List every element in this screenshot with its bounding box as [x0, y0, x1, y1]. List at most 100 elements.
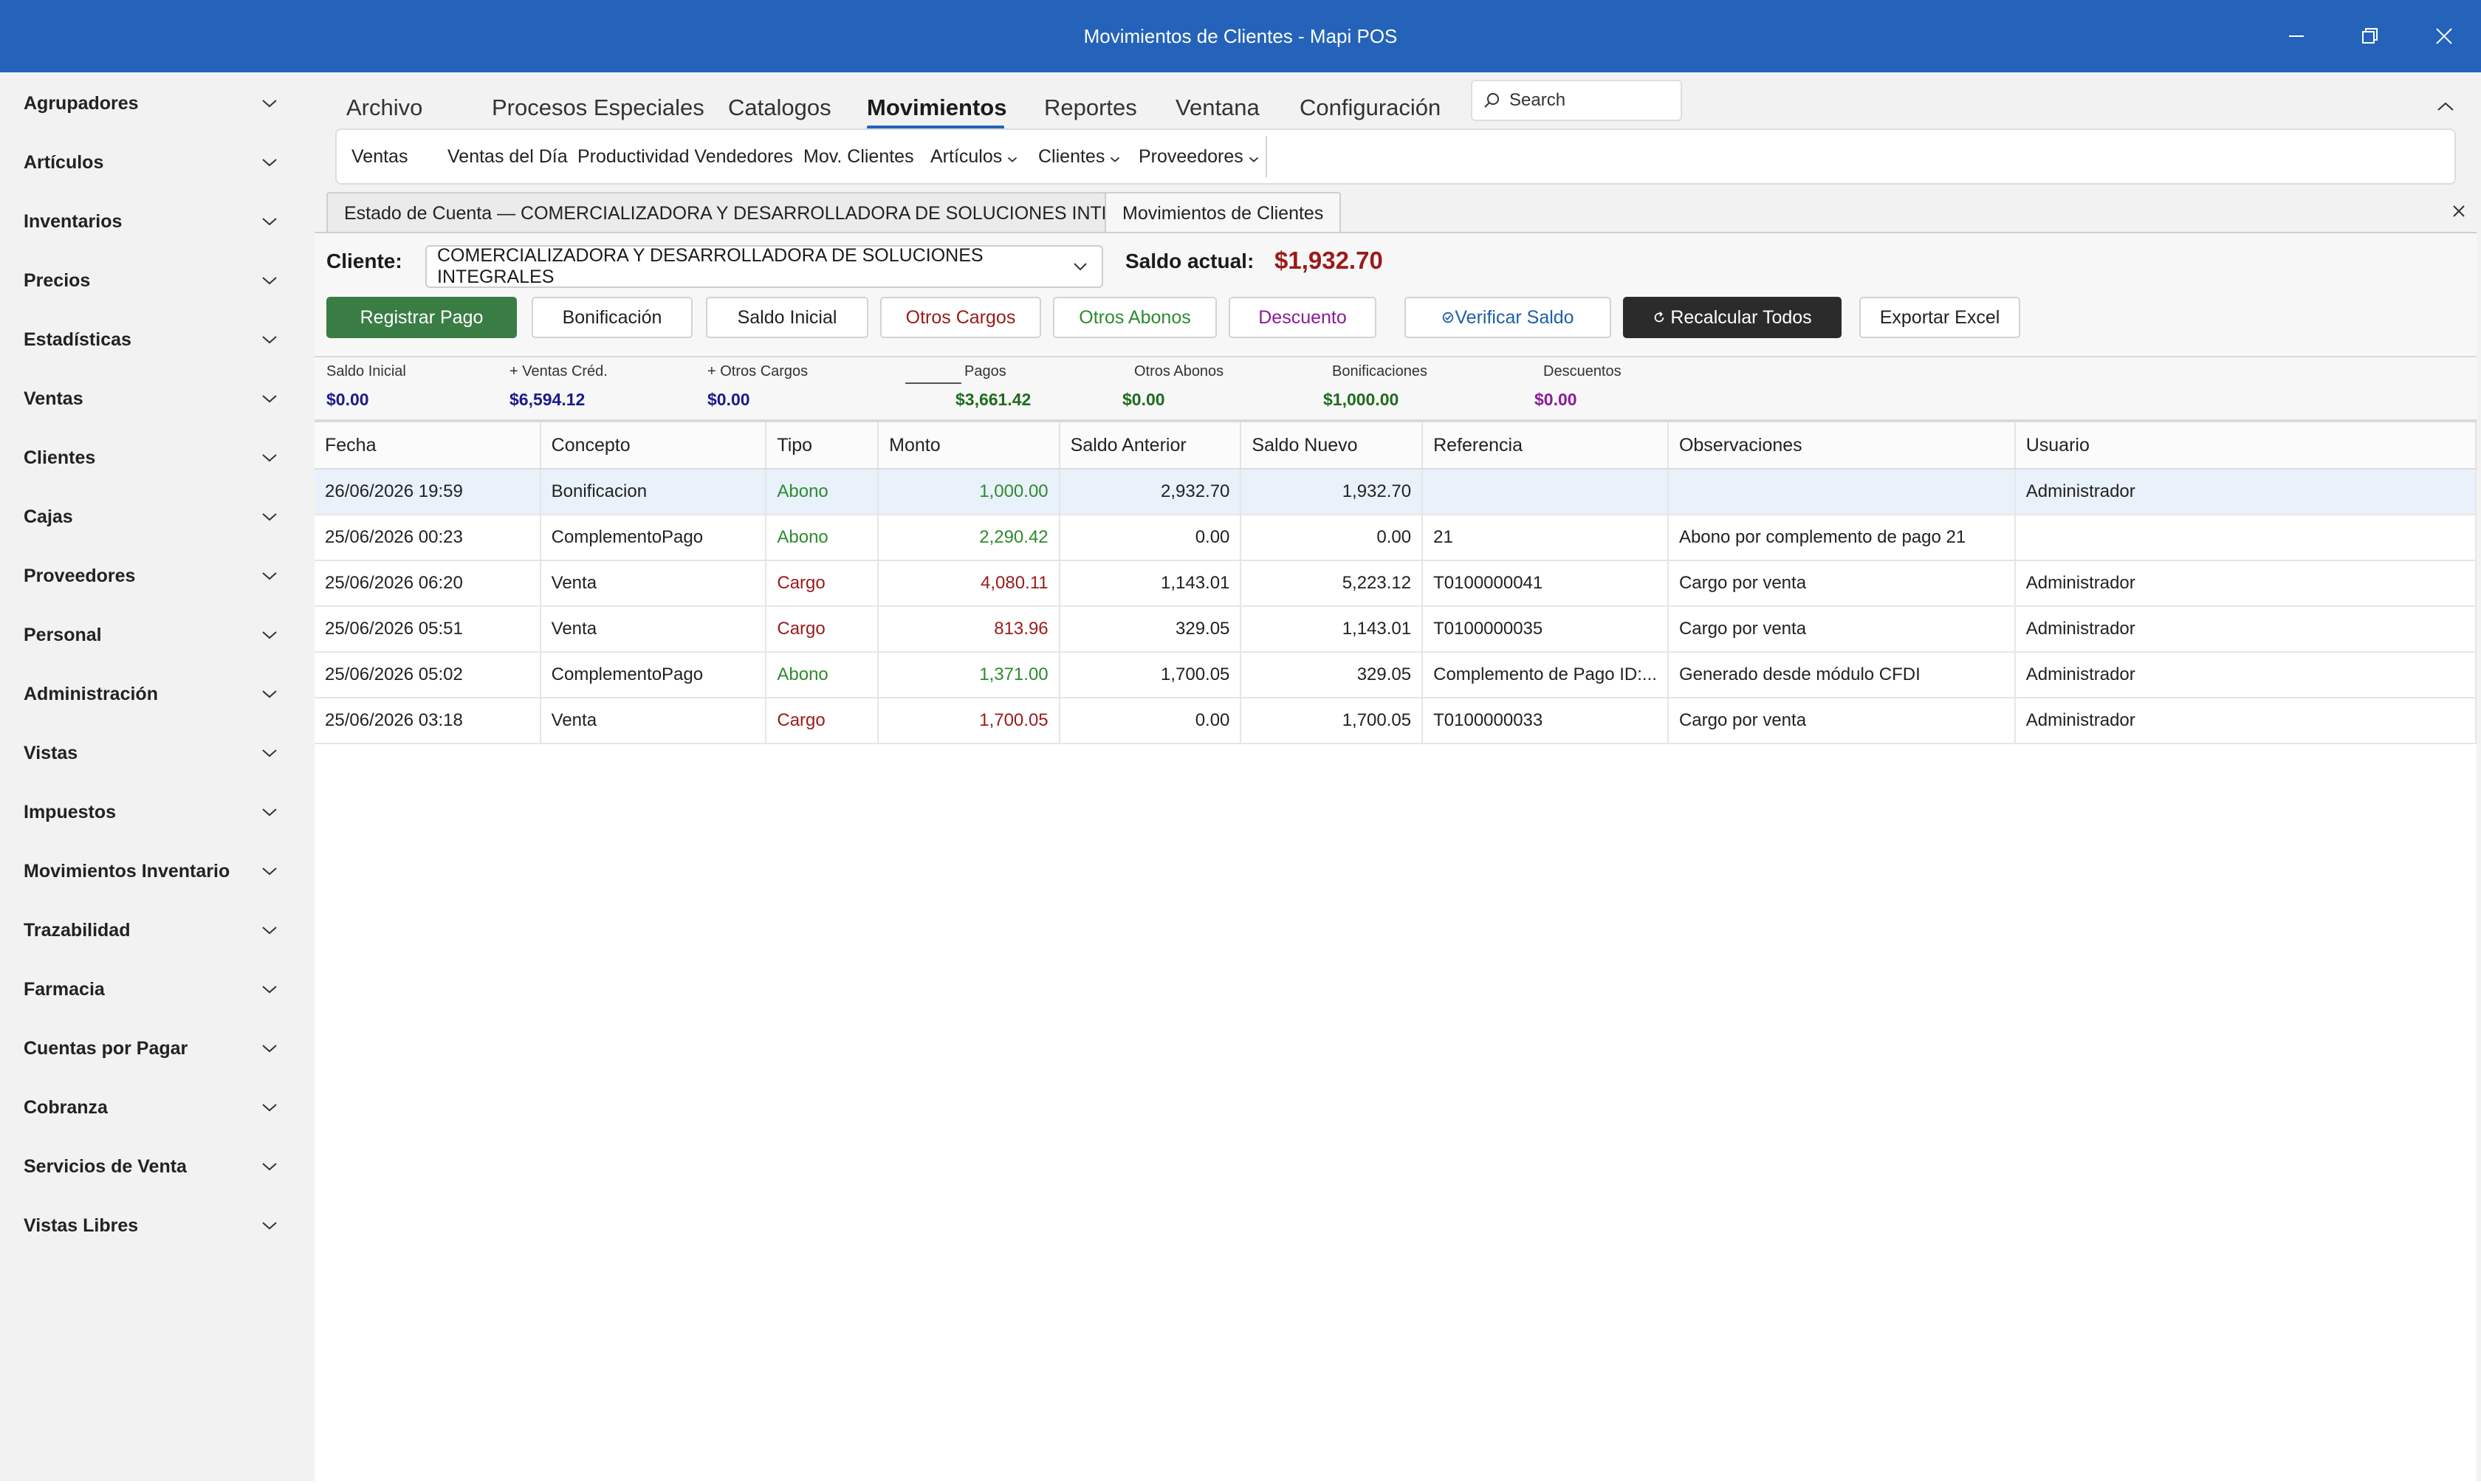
recalcular-todos-button[interactable]: Recalcular Todos: [1623, 297, 1842, 338]
sidebar-item-personal[interactable]: Personal: [0, 605, 313, 664]
menu-movimientos[interactable]: Movimientos: [867, 86, 1006, 130]
ribbon-item-ventas[interactable]: Ventas: [351, 130, 408, 183]
cell-saldo-anterior: 0.00: [1059, 515, 1242, 561]
chevron-down-icon: [262, 395, 277, 403]
ribbon-item-label: Ventas del Día: [447, 146, 568, 167]
chevron-down-icon: [262, 159, 277, 167]
ribbon-item-ventas-del-dia[interactable]: Ventas del Día: [447, 130, 568, 183]
column-header-monto[interactable]: Monto: [878, 422, 1060, 470]
movimientos-table: Fecha Concepto Tipo Monto Saldo Anterior Sald…: [315, 422, 2477, 744]
sidebar-item-inventarios[interactable]: Inventarios: [0, 192, 313, 251]
column-header-usuario[interactable]: Usuario: [2014, 422, 2477, 470]
cell-usuario: [2014, 515, 2477, 561]
menu-procesos-especiales[interactable]: Procesos Especiales: [492, 86, 704, 130]
column-header-tipo[interactable]: Tipo: [766, 422, 879, 470]
refresh-icon: [1655, 312, 1664, 323]
ventas-cred-summary-value: $6,594.12: [509, 390, 586, 409]
saldo-inicial-summary-value: $0.00: [326, 390, 369, 409]
saldo-inicial-summary-label: Saldo Inicial: [326, 363, 406, 379]
registrar-pago-button[interactable]: Registrar Pago: [326, 297, 517, 338]
table-row[interactable]: 25/06/2026 05:51 Venta Cargo 813.96 329.05 1,…: [315, 606, 2477, 653]
ribbon-item-clientes[interactable]: Clientes: [1038, 130, 1121, 183]
column-header-observaciones[interactable]: Observaciones: [1667, 422, 2016, 470]
sidebar-item-vistas-libres[interactable]: Vistas Libres: [0, 1196, 313, 1255]
sidebar-item-administracion[interactable]: Administración: [0, 664, 313, 724]
sidebar-item-farmacia[interactable]: Farmacia: [0, 960, 313, 1019]
sidebar-item-trazabilidad[interactable]: Trazabilidad: [0, 901, 313, 960]
ribbon-separator: [1266, 136, 1267, 177]
cell-tipo: Cargo: [766, 560, 879, 607]
cell-observaciones: Generado desde módulo CFDI: [1667, 652, 2016, 698]
ribbon-item-productividad-vendedores[interactable]: Productividad Vendedores: [577, 130, 793, 183]
otros-abonos-button[interactable]: Otros Abonos: [1053, 297, 1217, 338]
table-row[interactable]: 25/06/2026 03:18 Venta Cargo 1,700.05 0.00 1,…: [315, 698, 2477, 744]
sidebar-item-agrupadores[interactable]: Agrupadores: [0, 74, 313, 133]
sidebar-item-label: Estadísticas: [24, 329, 131, 350]
sidebar-item-label: Administración: [24, 683, 158, 704]
menu-reportes[interactable]: Reportes: [1044, 86, 1137, 130]
sidebar-item-estadisticas[interactable]: Estadísticas: [0, 310, 313, 369]
menu-configuracion[interactable]: Configuración: [1300, 86, 1441, 130]
restore-button[interactable]: [2333, 0, 2407, 72]
cliente-select[interactable]: COMERCIALIZADORA Y DESARROLLADORA DE SOL…: [425, 245, 1103, 288]
sidebar-item-cajas[interactable]: Cajas: [0, 487, 313, 546]
sidebar-item-precios[interactable]: Precios: [0, 251, 313, 310]
otros-cargos-button[interactable]: Otros Cargos: [880, 297, 1041, 338]
close-tab-button[interactable]: [2444, 196, 2474, 226]
otros-abonos-summary-label: Otros Abonos: [1134, 363, 1224, 379]
table-row[interactable]: 26/06/2026 19:59 Bonificacion Abono 1,000.0…: [315, 469, 2477, 515]
chevron-down-icon: [262, 277, 277, 285]
descuento-button[interactable]: Descuento: [1229, 297, 1376, 338]
column-header-referencia[interactable]: Referencia: [1422, 422, 1669, 470]
tab-movimientos-de-clientes[interactable]: Movimientos de Clientes: [1105, 192, 1342, 232]
table-row[interactable]: 25/06/2026 06:20 Venta Cargo 4,080.11 1,143.…: [315, 560, 2477, 607]
chevron-down-icon: [262, 1104, 277, 1112]
exportar-excel-button[interactable]: Exportar Excel: [1859, 297, 2020, 338]
chevron-up-icon: [2437, 102, 2454, 111]
movimientos-grid: Fecha Concepto Tipo Monto Saldo Anterior Sald…: [315, 421, 2477, 1484]
minimize-button[interactable]: [2259, 0, 2333, 72]
menu-archivo[interactable]: Archivo: [346, 86, 422, 130]
sidebar-item-ventas[interactable]: Ventas: [0, 369, 313, 428]
menu-catalogos[interactable]: Catalogos: [728, 86, 831, 130]
table-row[interactable]: 25/06/2026 00:23 ComplementoPago Abono 2,29…: [315, 515, 2477, 561]
table-row[interactable]: 25/06/2026 05:02 ComplementoPago Abono 1,37…: [315, 652, 2477, 698]
ribbon-item-mov-clientes[interactable]: Mov. Clientes: [803, 130, 914, 183]
tab-estado-de-cuenta[interactable]: Estado de Cuenta — COMERCIALIZADORA Y DE…: [326, 192, 1207, 232]
ribbon-item-label: Clientes: [1038, 146, 1105, 167]
cell-fecha: 25/06/2026 03:18: [315, 698, 541, 744]
sidebar-item-cobranza[interactable]: Cobranza: [0, 1078, 313, 1137]
sidebar-item-label: Vistas Libres: [24, 1215, 139, 1236]
sidebar-item-proveedores[interactable]: Proveedores: [0, 546, 313, 605]
sidebar-item-servicios-de-venta[interactable]: Servicios de Venta: [0, 1137, 313, 1196]
menu-ventana[interactable]: Ventana: [1176, 86, 1260, 130]
sidebar-item-articulos[interactable]: Artículos: [0, 133, 313, 192]
collapse-ribbon-button[interactable]: [2425, 86, 2466, 127]
verificar-saldo-button[interactable]: Verificar Saldo: [1404, 297, 1611, 338]
search-box[interactable]: Search: [1471, 80, 1682, 121]
sidebar-item-impuestos[interactable]: Impuestos: [0, 783, 313, 842]
cell-monto: 4,080.11: [878, 560, 1060, 607]
saldo-inicial-button[interactable]: Saldo Inicial: [706, 297, 868, 338]
sidebar-item-movimientos-inventario[interactable]: Movimientos Inventario: [0, 842, 313, 901]
sidebar-item-cuentas-por-pagar[interactable]: Cuentas por Pagar: [0, 1019, 313, 1078]
sidebar-item-clientes[interactable]: Clientes: [0, 428, 313, 487]
bonificacion-button[interactable]: Bonificación: [532, 297, 693, 338]
cell-fecha: 26/06/2026 19:59: [315, 469, 541, 515]
column-header-saldo-anterior[interactable]: Saldo Anterior: [1059, 422, 1242, 470]
column-header-concepto[interactable]: Concepto: [540, 422, 767, 470]
column-header-saldo-nuevo[interactable]: Saldo Nuevo: [1240, 422, 1424, 470]
sidebar-item-label: Inventarios: [24, 210, 123, 232]
sidebar-item-label: Trazabilidad: [24, 919, 131, 941]
ribbon-item-articulos[interactable]: Artículos: [930, 130, 1018, 183]
sidebar-item-label: Personal: [24, 624, 102, 645]
sidebar-item-vistas[interactable]: Vistas: [0, 724, 313, 783]
summary-bar: Saldo Inicial $0.00 + Ventas Créd. $6,59…: [315, 356, 2477, 421]
ribbon-item-label: Mov. Clientes: [803, 146, 914, 167]
sidebar-item-label: Precios: [24, 269, 91, 291]
ribbon-item-proveedores[interactable]: Proveedores: [1139, 130, 1260, 183]
close-button[interactable]: [2407, 0, 2481, 72]
column-header-fecha[interactable]: Fecha: [315, 422, 541, 470]
bonificaciones-summary-label: Bonificaciones: [1332, 363, 1427, 379]
ribbon-item-label: Artículos: [930, 146, 1003, 167]
